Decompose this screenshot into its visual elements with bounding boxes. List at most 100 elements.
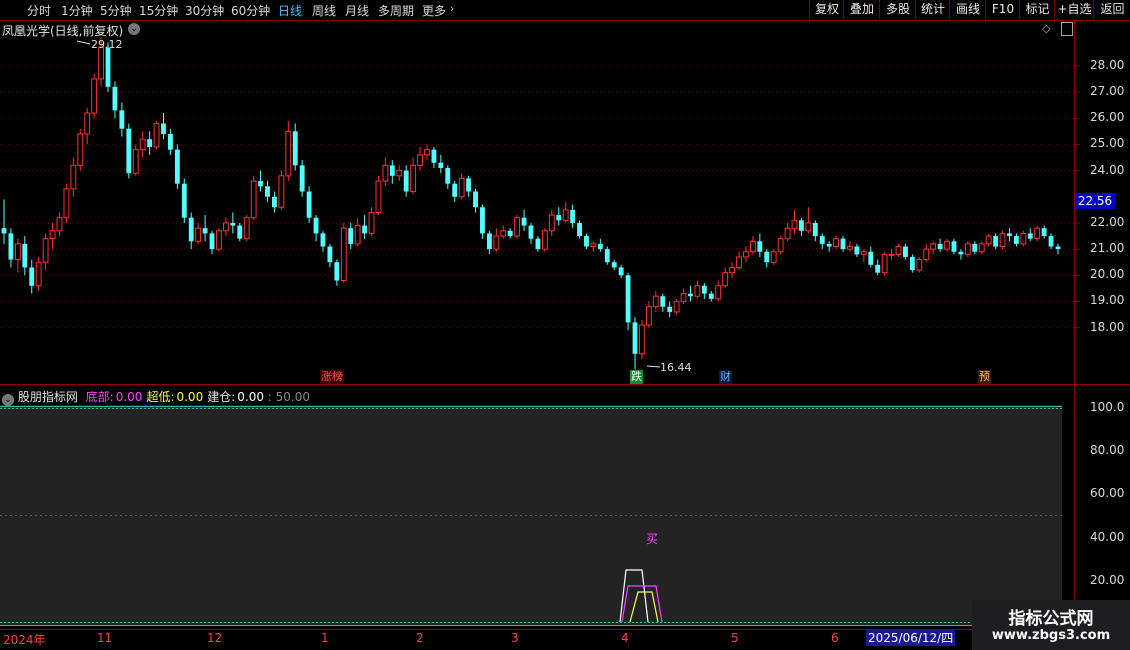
candle-51: [354, 217, 361, 247]
candle-102: [708, 291, 714, 302]
candle-78: [541, 228, 548, 252]
candle-44: [306, 186, 312, 223]
candle-11: [77, 128, 84, 171]
candle-body-85: [590, 243, 597, 248]
candle-body-98: [680, 293, 687, 302]
high-pointer: [76, 40, 91, 45]
event-tag-cai[interactable]: 财: [719, 370, 732, 384]
candle-body-35: [243, 217, 250, 240]
candle-body-40: [278, 175, 285, 208]
candle-body-65: [452, 183, 458, 197]
candle-30: [209, 230, 215, 255]
indicator-tick-4: 20.00: [1090, 573, 1125, 587]
candle-body-137: [951, 241, 957, 252]
candle-body-69: [480, 207, 485, 234]
price-tick-6: 21.00: [1090, 241, 1125, 256]
candle-body-104: [722, 272, 729, 287]
watermark-url: www.zbgs3.com: [991, 628, 1111, 643]
candle-body-61: [424, 149, 430, 156]
candle-6: [42, 233, 49, 271]
event-tag-yu[interactable]: 预: [978, 370, 991, 384]
indicator-field-value-2: 0.00: [237, 390, 264, 404]
candle-body-112: [777, 238, 784, 253]
candle-body-43: [299, 165, 305, 192]
candle-148: [1027, 228, 1033, 242]
date-tick-0: 2024年: [3, 633, 46, 647]
candle-body-12: [84, 112, 91, 135]
candle-129: [895, 243, 902, 257]
event-tag-zhangbang[interactable]: 涨榜: [320, 370, 344, 384]
price-tick-1: 27.00: [1090, 84, 1125, 99]
candle-body-50: [348, 228, 354, 244]
candle-body-135: [937, 243, 943, 250]
candle-124: [860, 249, 867, 263]
candle-body-102: [708, 293, 714, 299]
candle-body-129: [895, 246, 902, 255]
candle-body-82: [570, 209, 576, 223]
indicator-field-label-2: 建仓:: [207, 390, 236, 404]
candle-109: [757, 233, 763, 257]
candle-body-94: [652, 295, 659, 308]
candle-53: [368, 207, 375, 237]
candle-73: [507, 228, 513, 239]
candle-body-151: [1048, 236, 1054, 247]
candle-146: [1013, 233, 1019, 247]
candle-body-33: [230, 222, 236, 226]
candle-144: [999, 230, 1006, 250]
candle-body-52: [362, 225, 368, 234]
candle-41: [285, 120, 292, 182]
candle-50: [348, 222, 354, 250]
candle-body-56: [389, 165, 395, 176]
candle-131: [909, 254, 915, 273]
candle-48: [334, 259, 340, 286]
candle-8: [56, 212, 63, 237]
candle-body-55: [382, 164, 389, 182]
chevron-down-icon[interactable]: ⌄: [2, 394, 14, 406]
candle-body-15: [105, 47, 111, 87]
candle-49: [340, 222, 347, 284]
candle-22: [153, 120, 160, 150]
candle-133: [923, 243, 930, 263]
candle-139: [964, 241, 971, 257]
candle-body-62: [431, 149, 437, 163]
candle-body-5: [35, 261, 42, 287]
candle-33: [230, 212, 236, 234]
candle-104: [722, 267, 729, 289]
candle-87: [604, 246, 610, 265]
candle-body-48: [334, 262, 340, 281]
candle-13: [91, 73, 98, 119]
candle-136: [944, 238, 950, 252]
candle-45: [313, 215, 319, 242]
candles: [1, 37, 1061, 370]
candle-34: [237, 222, 243, 242]
candle-128: [888, 249, 895, 260]
candle-body-139: [964, 243, 971, 255]
candle-body-19: [132, 149, 139, 174]
candle-body-31: [216, 230, 222, 250]
candle-122: [847, 241, 853, 252]
low-label: 16.44: [660, 361, 692, 374]
candle-4: [29, 259, 35, 294]
price-tick-0: 28.00: [1090, 57, 1125, 72]
candle-body-122: [847, 246, 853, 250]
candle-body-80: [556, 215, 562, 221]
candle-body-7: [49, 230, 56, 240]
event-tag-die[interactable]: 跌: [630, 370, 643, 384]
price-tick-3: 25.00: [1090, 136, 1125, 151]
candle-body-124: [860, 251, 867, 255]
candle-63: [438, 154, 444, 174]
candle-body-42: [292, 131, 298, 166]
candle-57: [396, 165, 403, 182]
candle-body-146: [1013, 236, 1019, 244]
candle-body-117: [812, 222, 818, 237]
candle-96: [667, 301, 673, 318]
candle-body-136: [944, 240, 950, 250]
candle-body-123: [854, 246, 860, 255]
candle-body-73: [507, 230, 513, 237]
high-label: 29.12: [91, 38, 123, 51]
indicator-tick-0: 100.0: [1090, 400, 1125, 414]
candle-66: [458, 173, 465, 200]
candle-body-138: [958, 251, 964, 255]
candle-94: [652, 291, 659, 312]
candle-body-127: [881, 253, 888, 274]
